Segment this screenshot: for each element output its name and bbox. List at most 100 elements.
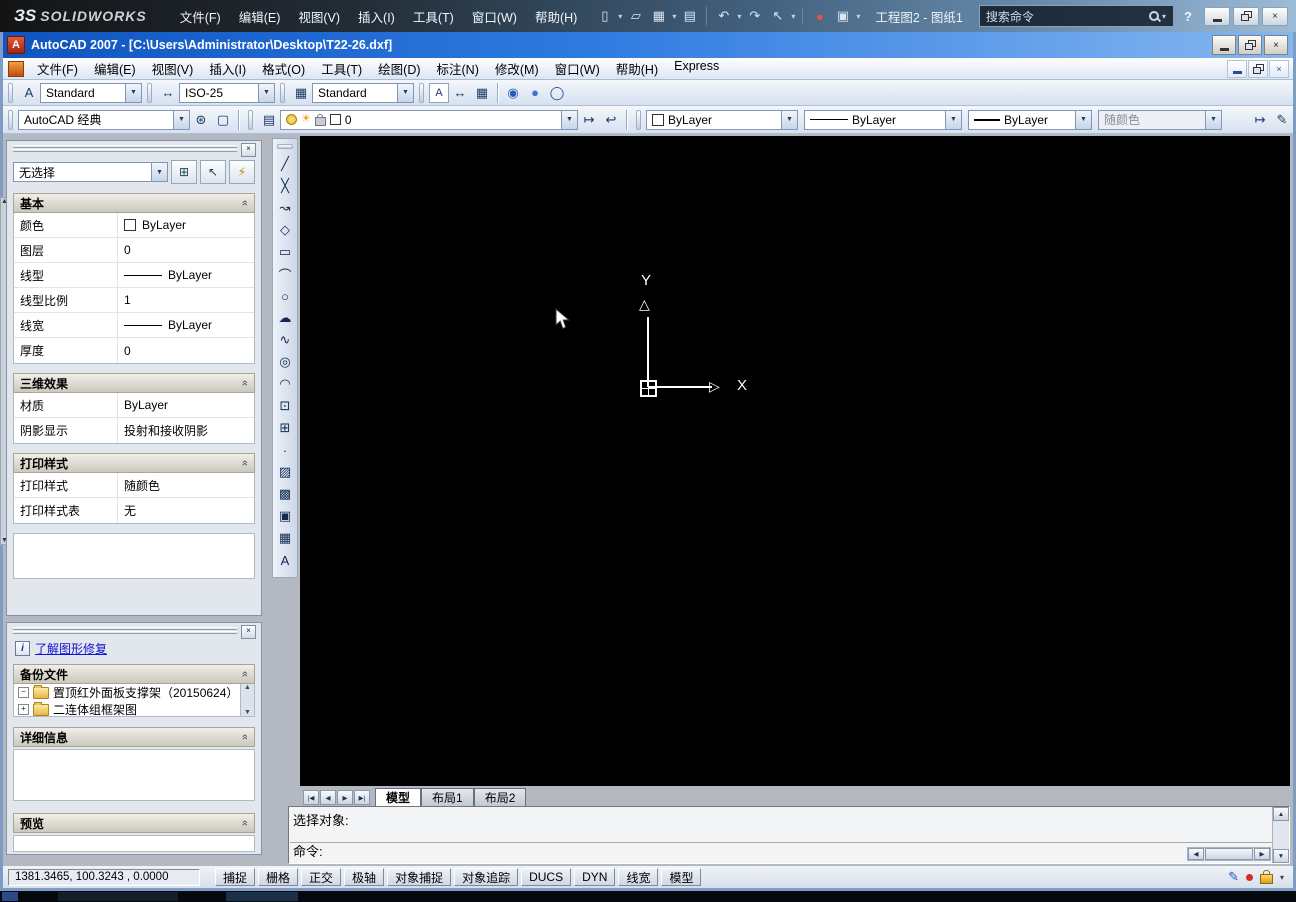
- chevron-down-icon[interactable]: [125, 83, 141, 102]
- restore-button[interactable]: [1233, 6, 1259, 26]
- collapse-chevron-icon[interactable]: [239, 820, 251, 826]
- status-toggle-button[interactable]: DYN: [574, 868, 616, 886]
- dimension-style-icon[interactable]: ↔: [157, 82, 179, 104]
- chevron-down-icon[interactable]: [258, 83, 274, 102]
- tab-model[interactable]: 模型: [375, 788, 422, 806]
- toolbar-lock-icon[interactable]: [1259, 870, 1273, 884]
- status-toggle-button[interactable]: 对象捕捉: [387, 868, 452, 886]
- status-toggle-button[interactable]: 模型: [661, 868, 702, 886]
- table-row[interactable]: 线型比例 1: [14, 288, 254, 313]
- minimize-button[interactable]: [1212, 35, 1236, 55]
- linetype-combo[interactable]: ByLayer: [804, 109, 962, 130]
- property-value[interactable]: 0: [118, 338, 254, 363]
- scrollbar-thumb[interactable]: [1205, 848, 1253, 860]
- tab-layout2[interactable]: 布局2: [473, 788, 527, 806]
- minimize-button[interactable]: [1204, 6, 1230, 26]
- layer-thaw-icon[interactable]: ☀: [301, 114, 311, 125]
- draw-tool-button[interactable]: ▭: [274, 241, 296, 263]
- layer-previous-icon[interactable]: ↩: [600, 109, 622, 131]
- menu-item[interactable]: 窗口(W): [463, 3, 526, 30]
- autocad-app-icon[interactable]: A: [7, 36, 25, 54]
- collapse-chevron-icon[interactable]: [239, 460, 251, 466]
- layer-lock-icon[interactable]: [314, 114, 326, 126]
- close-button[interactable]: ×: [1262, 6, 1288, 26]
- collapse-chevron-icon[interactable]: [239, 200, 251, 206]
- draw-tool-button[interactable]: ▣: [274, 505, 296, 527]
- collapse-node-icon[interactable]: −: [18, 687, 29, 698]
- table-style-dialog-icon[interactable]: ▦: [471, 82, 493, 104]
- palette-grip[interactable]: ×: [11, 143, 257, 157]
- tab-nav-button[interactable]: ▶: [337, 790, 353, 805]
- status-toggle-button[interactable]: 捕捉: [215, 868, 256, 886]
- layer-combo[interactable]: ☀ 0: [280, 109, 578, 130]
- tab-nav-button[interactable]: |◀: [303, 790, 319, 805]
- table-style-combo[interactable]: Standard: [312, 82, 414, 103]
- draw-tool-button[interactable]: ↝: [274, 197, 296, 219]
- render-icon[interactable]: ◉: [502, 82, 524, 104]
- status-toggle-button[interactable]: 栅格: [258, 868, 299, 886]
- table-row[interactable]: 颜色 ByLayer: [14, 213, 254, 238]
- table-row[interactable]: 厚度 0: [14, 338, 254, 363]
- palette-grip[interactable]: ×: [11, 625, 257, 639]
- menu-item[interactable]: 绘图(D): [370, 56, 428, 81]
- section-header[interactable]: 详细信息: [13, 727, 255, 747]
- status-toggle-button[interactable]: 极轴: [344, 868, 385, 886]
- text-style-dialog-icon[interactable]: A: [429, 82, 449, 103]
- collapse-chevron-icon[interactable]: [239, 671, 251, 677]
- selection-combo[interactable]: 无选择: [13, 162, 168, 182]
- property-value[interactable]: ByLayer: [118, 213, 254, 237]
- draw-tool-button[interactable]: ○: [274, 285, 296, 307]
- table-row[interactable]: 打印样式 随颜色: [14, 473, 254, 498]
- draw-tool-button[interactable]: ▨: [274, 461, 296, 483]
- toolbar-grip[interactable]: [280, 82, 285, 103]
- section-header[interactable]: 三维效果: [13, 373, 255, 393]
- menu-item[interactable]: Express: [666, 56, 727, 81]
- status-toggle-button[interactable]: 线宽: [618, 868, 659, 886]
- status-toggle-button[interactable]: 正交: [301, 868, 342, 886]
- close-button[interactable]: ×: [1269, 59, 1289, 78]
- tray-caret-icon[interactable]: ▾: [1280, 873, 1284, 882]
- table-row[interactable]: 阴影显示 投射和接收阴影: [14, 418, 254, 443]
- table-style-icon[interactable]: ▦: [290, 82, 312, 104]
- command-vertical-scrollbar[interactable]: ▲ ▼: [1272, 807, 1289, 863]
- scroll-up-icon[interactable]: ▲: [244, 684, 251, 691]
- scroll-down-icon[interactable]: ▼: [1273, 849, 1289, 863]
- tab-nav-button[interactable]: ▶|: [354, 790, 370, 805]
- menu-item[interactable]: 插入(I): [349, 3, 404, 30]
- menu-item[interactable]: 视图(V): [144, 56, 202, 81]
- chevron-down-icon[interactable]: [1075, 110, 1091, 129]
- table-row[interactable]: 材质 ByLayer: [14, 393, 254, 418]
- section-header[interactable]: 预览: [13, 813, 255, 833]
- workspace-settings-icon[interactable]: ⊛: [190, 109, 212, 131]
- draw-tool-button[interactable]: ☁: [274, 307, 296, 329]
- sphere-icon[interactable]: ●: [524, 82, 546, 104]
- command-line-window[interactable]: 选择对象: 命令: ▲ ▼ ◀ ▶: [288, 806, 1290, 864]
- workspace-combo[interactable]: AutoCAD 经典: [18, 109, 190, 130]
- menu-item[interactable]: 工具(T): [313, 56, 370, 81]
- pickadd-toggle-button[interactable]: ⊞: [171, 160, 197, 184]
- property-value[interactable]: ByLayer: [118, 393, 254, 417]
- close-icon[interactable]: ×: [241, 143, 256, 157]
- dim-style-combo[interactable]: ISO-25: [179, 82, 275, 103]
- chevron-down-icon[interactable]: ▾: [1162, 12, 1166, 21]
- tab-layout1[interactable]: 布局1: [421, 788, 474, 806]
- chevron-down-icon[interactable]: ▾: [737, 12, 741, 21]
- dimension-style-dialog-icon[interactable]: ↔: [449, 82, 471, 104]
- alert-icon[interactable]: [1245, 873, 1253, 881]
- component-icon[interactable]: ▣: [832, 6, 853, 27]
- plot-style-combo[interactable]: 随颜色: [1098, 109, 1222, 130]
- new-document-icon[interactable]: ▯: [594, 6, 615, 27]
- lineweight-combo[interactable]: ByLayer: [968, 109, 1092, 130]
- restore-button[interactable]: [1248, 59, 1268, 78]
- toolbar-grip[interactable]: [419, 82, 424, 103]
- chevron-down-icon[interactable]: [945, 110, 961, 129]
- text-style-icon[interactable]: A: [18, 82, 40, 104]
- property-value[interactable]: 投射和接收阴影: [118, 418, 254, 443]
- redo-icon[interactable]: ↷: [744, 6, 765, 27]
- drawing-canvas[interactable]: Y △ ▷ X: [300, 136, 1290, 786]
- recovery-help-link[interactable]: 了解图形修复: [35, 640, 107, 657]
- draw-tool-button[interactable]: ∿: [274, 329, 296, 351]
- tab-nav-button[interactable]: ◀: [320, 790, 336, 805]
- toolbar-grip[interactable]: [147, 82, 152, 103]
- menu-item[interactable]: 编辑(E): [230, 3, 290, 30]
